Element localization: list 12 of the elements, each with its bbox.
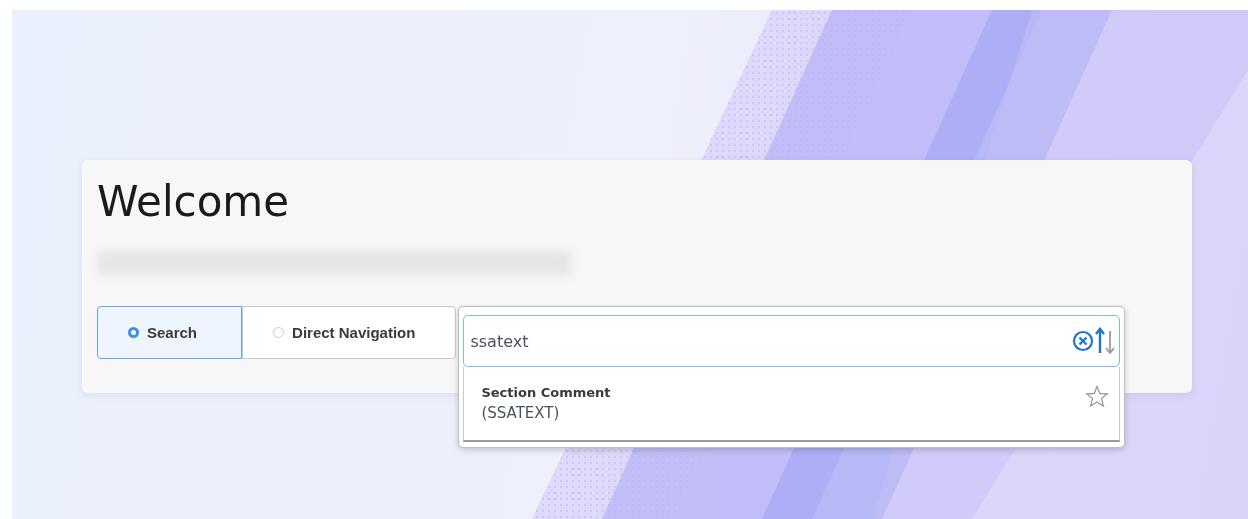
mode-option[interactable]: Search: [97, 306, 243, 359]
radio-icon: [273, 327, 285, 338]
welcome-title: Welcome: [97, 176, 291, 228]
clear-icon[interactable]: [1072, 330, 1095, 352]
star-icon[interactable]: [1085, 385, 1110, 408]
result-code: (SSATEXT): [481, 404, 561, 422]
sort-icon[interactable]: [1094, 327, 1117, 355]
mode-option[interactable]: Direct Navigation: [242, 306, 457, 359]
search-field[interactable]: ssatext: [463, 315, 1121, 367]
search-result[interactable]: Section Comment (SSATEXT): [463, 367, 1121, 442]
result-title: Section Comment: [481, 385, 611, 400]
radio-icon: [128, 327, 139, 338]
